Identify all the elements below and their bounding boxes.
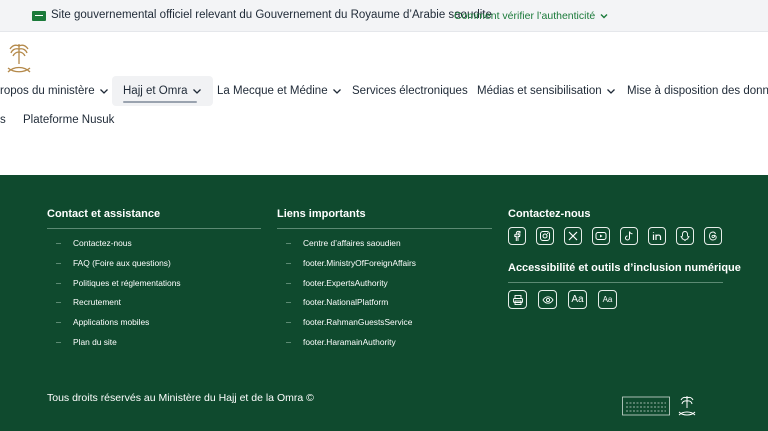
footer-link[interactable]: footer.NationalPlatform	[277, 293, 492, 313]
font-decrease-icon[interactable]: Aa	[598, 290, 617, 309]
footer-contact-column: Contact et assistance Contactez-nous FAQ…	[47, 208, 261, 353]
saudi-emblem-icon	[678, 396, 696, 416]
print-icon[interactable]	[508, 290, 527, 309]
nav-e-services[interactable]: Services électroniques	[352, 76, 468, 106]
nav-mecca-medina-label: La Mecque et Médine	[217, 85, 328, 97]
nav-about-ministry-label: ropos du ministère	[0, 85, 95, 97]
saudi-flag-icon	[32, 11, 46, 21]
accessibility-tools: Aa Aa	[508, 290, 723, 309]
divider	[508, 282, 723, 283]
verify-authenticity-label: Comment vérifier l’authenticité	[454, 10, 596, 22]
footer-social-column: Contactez-nous Accessibilité et outils d…	[508, 208, 741, 309]
youtube-icon[interactable]	[592, 227, 610, 245]
nav-about-ministry[interactable]: ropos du ministère	[0, 76, 109, 106]
verify-authenticity-link[interactable]: Comment vérifier l’authenticité	[454, 10, 609, 22]
footer-link[interactable]: Centre d’affaires saoudien	[277, 234, 492, 254]
footer-link[interactable]: Recrutement	[47, 293, 261, 313]
chevron-down-icon	[332, 89, 341, 94]
facebook-icon[interactable]	[508, 227, 526, 245]
divider	[47, 228, 261, 229]
eye-icon[interactable]	[538, 290, 557, 309]
footer-link[interactable]: Contactez-nous	[47, 234, 261, 254]
chevron-down-icon	[600, 14, 608, 19]
ministry-logo[interactable]	[4, 40, 34, 78]
chevron-down-icon	[192, 89, 201, 94]
footer-contact-title: Contact et assistance	[47, 208, 161, 220]
footer-social-title: Contactez-nous	[508, 208, 591, 220]
footer-link[interactable]: footer.MinistryOfForeignAffairs	[277, 254, 492, 274]
gov-banner: Site gouvernemental officiel relevant du…	[0, 0, 768, 32]
copyright-text: Tous droits réservés au Ministère du Haj…	[47, 392, 314, 404]
linkedin-icon[interactable]	[648, 227, 666, 245]
footer-accessibility-title: Accessibilité et outils d’inclusion numé…	[508, 262, 741, 274]
x-icon[interactable]	[564, 227, 582, 245]
tiktok-icon[interactable]	[620, 227, 638, 245]
nav-open-data[interactable]: Mise à disposition des données	[627, 76, 768, 106]
nav-hajj-omra[interactable]: Hajj et Omra	[112, 76, 213, 106]
footer-important-title: Liens importants	[277, 208, 366, 220]
footer-link[interactable]: Applications mobiles	[47, 313, 261, 333]
footer-link[interactable]: footer.ExpertsAuthority	[277, 274, 492, 294]
footer-link[interactable]: Plan du site	[47, 333, 261, 353]
nav-media-awareness[interactable]: Médias et sensibilisation	[477, 76, 616, 106]
nav-e-services-label: Services électroniques	[352, 85, 468, 97]
nav-open-data-label: Mise à disposition des données	[627, 85, 768, 97]
footer-link[interactable]: footer.HaramainAuthority	[277, 333, 492, 353]
footer: Contact et assistance Contactez-nous FAQ…	[0, 175, 768, 431]
nav-item-partial[interactable]: s	[0, 114, 6, 126]
snapchat-icon[interactable]	[676, 227, 694, 245]
footer-important-column: Liens importants Centre d’affaires saoud…	[277, 208, 492, 353]
footer-link[interactable]: FAQ (Foire aux questions)	[47, 254, 261, 274]
gov-banner-text: Site gouvernemental officiel relevant du…	[51, 9, 492, 21]
social-icons	[508, 227, 723, 245]
threads-icon[interactable]	[704, 227, 722, 245]
nav-hajj-omra-label: Hajj et Omra	[123, 85, 188, 97]
nav-media-awareness-label: Médias et sensibilisation	[477, 85, 602, 97]
divider	[277, 228, 492, 229]
footer-link[interactable]: Politiques et réglementations	[47, 274, 261, 294]
footer-logos	[622, 393, 698, 419]
main-nav: ropos du ministère Hajj et Omra La Mecqu…	[0, 76, 768, 106]
font-increase-icon[interactable]: Aa	[568, 290, 587, 309]
footer-link[interactable]: footer.RahmanGuestsService	[277, 313, 492, 333]
instagram-icon[interactable]	[536, 227, 554, 245]
nav-mecca-medina[interactable]: La Mecque et Médine	[217, 76, 342, 106]
nav-nusuk-platform[interactable]: Plateforme Nusuk	[23, 114, 114, 126]
chevron-down-icon	[606, 89, 615, 94]
vision-2030-logo	[622, 396, 670, 416]
chevron-down-icon	[99, 89, 108, 94]
